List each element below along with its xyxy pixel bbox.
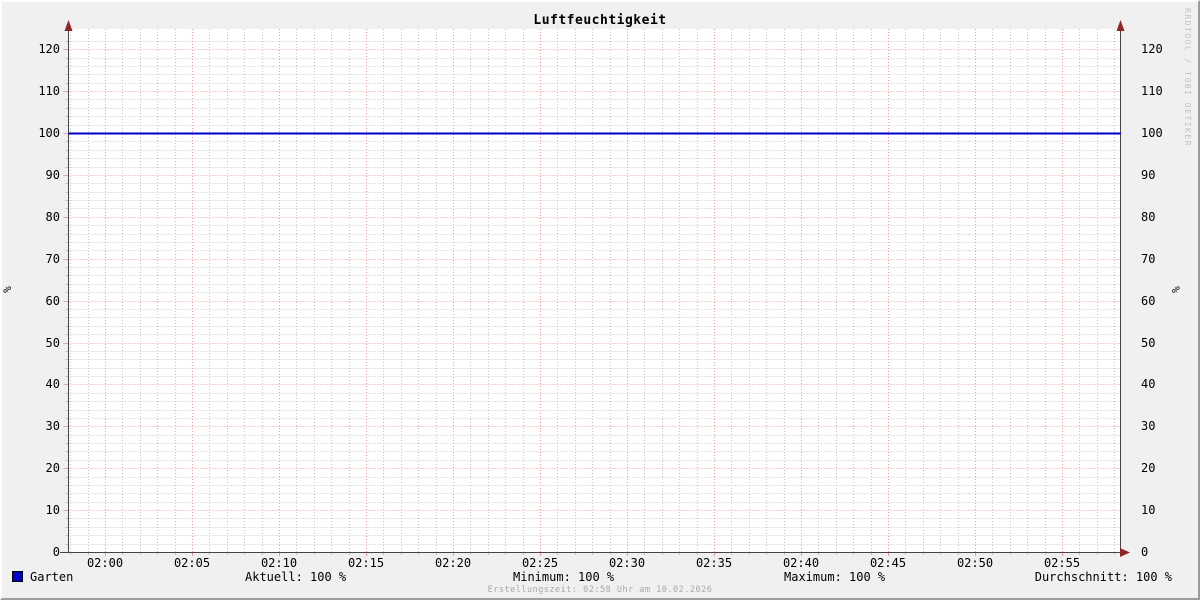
y-tick-label-left: 90: [45, 168, 60, 182]
legend-stat-aktuell: Aktuell: 100 %: [245, 570, 347, 584]
legend: Garten Aktuell: 100 % Minimum: 100 % Maxim…: [2, 569, 1198, 585]
y-axis-unit-left: %: [0, 286, 14, 293]
y-tick-label-right: 10: [1141, 503, 1156, 517]
y-tick-label-left: 60: [45, 294, 60, 308]
series-name: Garten: [30, 570, 74, 584]
y-tick-label-right: 100: [1141, 126, 1163, 140]
y-tick-label-left: 100: [38, 126, 60, 140]
y-tick-label-left: 110: [38, 84, 60, 98]
x-tick-label: 02:55: [1043, 556, 1081, 570]
y-tick-label-left: 0: [52, 545, 60, 559]
y-tick-label-left: 30: [45, 419, 60, 433]
x-tick-label: 02:40: [782, 556, 820, 570]
graph-title: Luftfeuchtigkeit: [533, 13, 667, 28]
legend-stat-maximum: Maximum: 100 %: [784, 570, 886, 584]
y-tick-label-right: 110: [1141, 84, 1163, 98]
y-tick-label-left: 50: [45, 336, 60, 350]
y-tick-label-right: 0: [1141, 545, 1149, 559]
x-tick-label: 02:15: [347, 556, 385, 570]
y-tick-label-right: 90: [1141, 168, 1156, 182]
y-tick-label-left: 40: [45, 377, 60, 391]
x-tick-label: 02:45: [869, 556, 907, 570]
plot-area: [60, 20, 1130, 557]
y-tick-label-left: 20: [45, 461, 60, 475]
x-tick-label: 02:50: [956, 556, 994, 570]
y-tick-label-left: 80: [45, 210, 60, 224]
y-tick-label-right: 30: [1141, 419, 1156, 433]
y-tick-label-right: 70: [1141, 252, 1156, 266]
creation-time: Erstellungszeit: 02:58 Uhr am 10.02.2026: [487, 585, 713, 595]
y-tick-label-left: 120: [38, 42, 60, 56]
y-tick-label-left: 70: [45, 252, 60, 266]
x-tick-label: 02:25: [521, 556, 559, 570]
x-tick-label: 02:35: [695, 556, 733, 570]
x-tick-label: 02:10: [260, 556, 298, 570]
x-tick-label: 02:30: [608, 556, 646, 570]
x-tick-label: 02:00: [86, 556, 124, 570]
y-tick-label-left: 10: [45, 503, 60, 517]
y-tick-label-right: 60: [1141, 294, 1156, 308]
y-tick-label-right: 80: [1141, 210, 1156, 224]
x-tick-label: 02:05: [173, 556, 211, 570]
rrdtool-watermark: RRDTOOL / TOBI OETIKER: [1183, 8, 1192, 147]
legend-stat-minimum: Minimum: 100 %: [513, 570, 615, 584]
y-tick-label-right: 20: [1141, 461, 1156, 475]
x-tick-label: 02:20: [434, 556, 472, 570]
y-axis-unit-right: %: [1168, 286, 1182, 293]
series-color-swatch: [12, 571, 23, 582]
y-tick-label-right: 50: [1141, 336, 1156, 350]
legend-stat-durchschnitt: Durchschnitt: 100 %: [1034, 570, 1172, 584]
y-tick-label-right: 120: [1141, 42, 1163, 56]
rrdtool-graph: Luftfeuchtigkeit RRDTOOL / TOBI OETIKER …: [0, 0, 1200, 600]
y-tick-label-right: 40: [1141, 377, 1156, 391]
